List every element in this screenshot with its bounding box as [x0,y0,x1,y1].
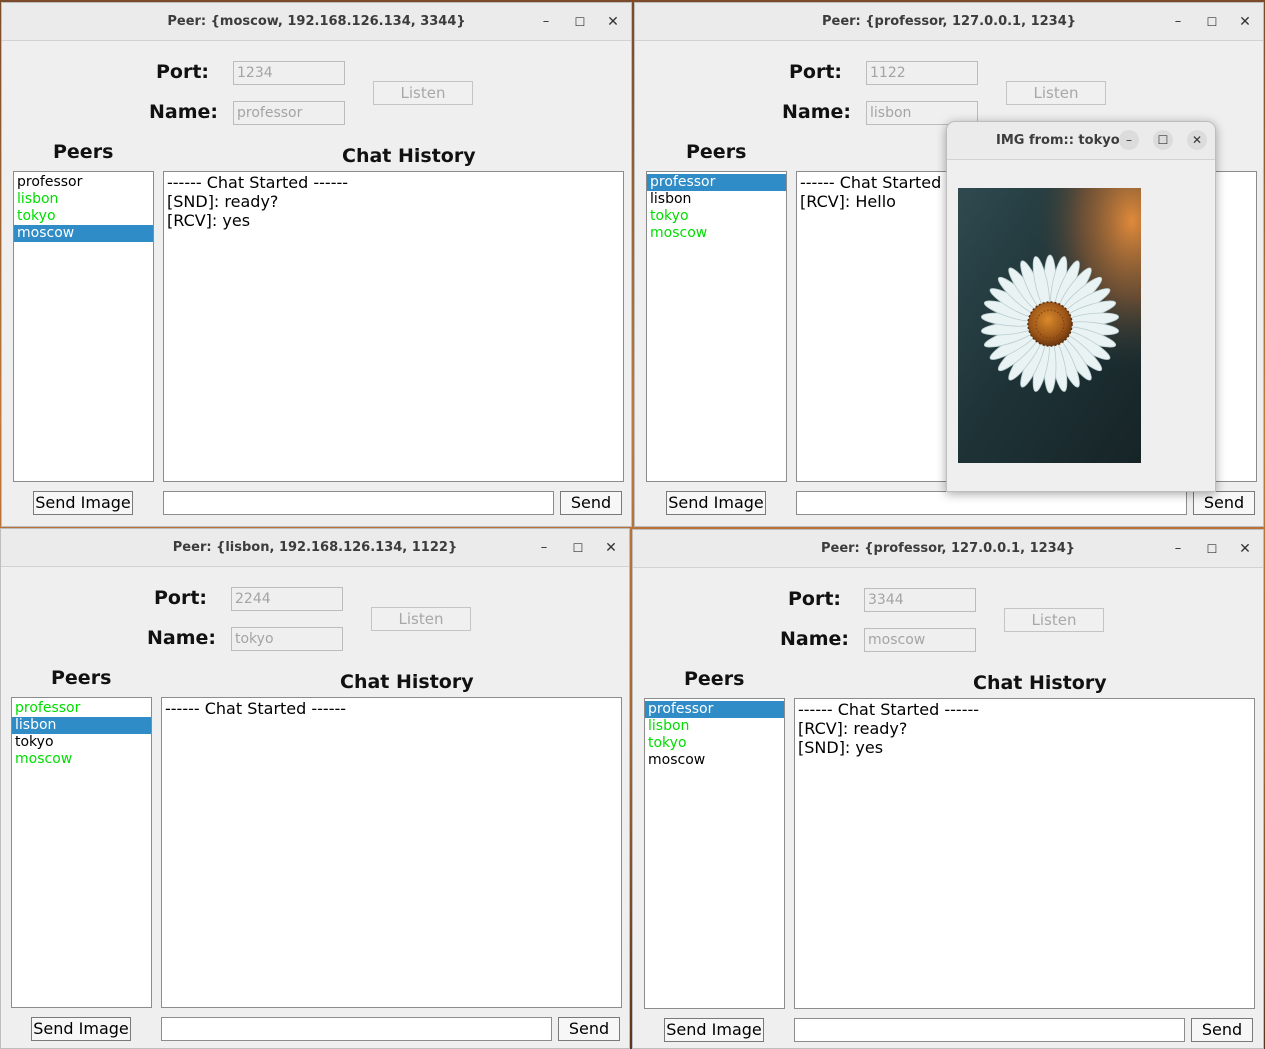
port-label: Port: [789,61,843,83]
title-bar[interactable]: Peer: {lisbon, 192.168.126.134, 1122} – … [1,529,629,567]
send-button[interactable]: Send [560,491,622,515]
received-image [958,188,1141,463]
image-popup-window: IMG from:: tokyo – ☐ ✕ [946,121,1216,492]
close-icon[interactable]: ✕ [602,11,624,33]
port-input[interactable]: 2244 [231,587,343,611]
peer-item-tokyo[interactable]: tokyo [647,208,786,225]
peers-list[interactable]: professor lisbon tokyo moscow [11,697,152,1008]
name-label: Name: [147,627,217,649]
listen-button[interactable]: Listen [1004,608,1104,632]
name-input[interactable]: tokyo [231,627,343,651]
peer-window-moscow: Peer: {moscow, 192.168.126.134, 3344} – … [1,2,632,527]
maximize-icon[interactable]: ☐ [1153,130,1173,150]
send-image-button[interactable]: Send Image [33,491,133,515]
maximize-icon[interactable]: ☐ [1201,11,1223,33]
name-input[interactable]: professor [233,101,345,125]
peer-item-professor[interactable]: professor [14,174,153,191]
minimize-icon[interactable]: – [535,11,557,33]
peer-item-moscow[interactable]: moscow [645,752,784,769]
send-image-button[interactable]: Send Image [664,1018,764,1042]
peers-list[interactable]: professor lisbon tokyo moscow [646,171,787,482]
chat-line: [SND]: yes [798,738,884,757]
peer-item-lisbon[interactable]: lisbon [12,717,151,734]
minimize-icon[interactable]: – [533,537,555,559]
peers-list[interactable]: professor lisbon tokyo moscow [13,171,154,482]
name-label: Name: [782,101,852,123]
port-input[interactable]: 1122 [866,61,978,85]
peer-item-tokyo[interactable]: tokyo [645,735,784,752]
peers-heading: Peers [686,141,747,163]
port-label: Port: [788,588,842,610]
send-button[interactable]: Send [1191,1018,1253,1042]
chat-line: ------ Chat Started ------ [167,173,349,192]
chat-history-heading: Chat History [973,672,1107,694]
port-label: Port: [156,61,210,83]
peer-item-tokyo[interactable]: tokyo [12,734,151,751]
close-icon[interactable]: ✕ [1234,538,1256,560]
send-button[interactable]: Send [558,1017,620,1041]
chat-history-heading: Chat History [342,145,476,167]
peer-item-professor[interactable]: professor [647,174,786,191]
message-input[interactable] [163,491,554,515]
minimize-icon[interactable]: – [1167,538,1189,560]
chat-history: ------ Chat Started ------ [161,697,622,1008]
close-icon[interactable]: ✕ [1234,11,1256,33]
close-icon[interactable]: ✕ [600,537,622,559]
peer-item-moscow[interactable]: moscow [647,225,786,242]
peer-window-moscow-local: Peer: {professor, 127.0.0.1, 1234} – ☐ ✕… [632,529,1264,1049]
chat-history: ------ Chat Started ------ [SND]: ready?… [163,171,624,482]
name-label: Name: [149,101,219,123]
name-input[interactable]: moscow [864,628,976,652]
message-input[interactable] [796,491,1187,515]
message-input[interactable] [794,1018,1185,1042]
maximize-icon[interactable]: ☐ [567,537,589,559]
title-bar[interactable]: Peer: {professor, 127.0.0.1, 1234} – ☐ ✕ [635,3,1263,41]
title-bar[interactable]: Peer: {professor, 127.0.0.1, 1234} – ☐ ✕ [633,530,1263,568]
close-icon[interactable]: ✕ [1187,130,1207,150]
send-image-button[interactable]: Send Image [31,1017,131,1041]
listen-button[interactable]: Listen [371,607,471,631]
maximize-icon[interactable]: ☐ [1201,538,1223,560]
daisy-flower-image [958,188,1141,463]
listen-button[interactable]: Listen [373,81,473,105]
chat-history: ------ Chat Started ------ [RCV]: ready?… [794,698,1255,1009]
peers-heading: Peers [684,668,745,690]
minimize-icon[interactable]: – [1167,11,1189,33]
peers-list[interactable]: professor lisbon tokyo moscow [644,698,785,1009]
peer-item-moscow[interactable]: moscow [12,751,151,768]
peer-item-lisbon[interactable]: lisbon [647,191,786,208]
chat-line: [RCV]: yes [167,211,251,230]
port-input[interactable]: 1234 [233,61,345,85]
chat-line: [SND]: ready? [167,192,279,211]
peers-heading: Peers [53,141,114,163]
minimize-icon[interactable]: – [1119,130,1139,150]
peer-item-professor[interactable]: professor [12,700,151,717]
peer-item-professor[interactable]: professor [645,701,784,718]
port-input[interactable]: 3344 [864,588,976,612]
port-label: Port: [154,587,208,609]
chat-line: ------ Chat Started ------ [165,699,347,718]
send-image-button[interactable]: Send Image [666,491,766,515]
peer-item-moscow[interactable]: moscow [14,225,153,242]
message-input[interactable] [161,1017,552,1041]
listen-button[interactable]: Listen [1006,81,1106,105]
peer-window-tokyo: Peer: {lisbon, 192.168.126.134, 1122} – … [0,528,630,1049]
popup-title-bar[interactable]: IMG from:: tokyo – ☐ ✕ [947,122,1215,160]
peers-heading: Peers [51,667,112,689]
peer-item-tokyo[interactable]: tokyo [14,208,153,225]
title-bar[interactable]: Peer: {moscow, 192.168.126.134, 3344} – … [2,3,631,41]
chat-line: ------ Chat Started ------ [798,700,980,719]
peer-item-lisbon[interactable]: lisbon [645,718,784,735]
chat-history-heading: Chat History [340,671,474,693]
maximize-icon[interactable]: ☐ [569,11,591,33]
peer-item-lisbon[interactable]: lisbon [14,191,153,208]
chat-line: [RCV]: ready? [798,719,908,738]
name-label: Name: [780,628,850,650]
send-button[interactable]: Send [1193,491,1255,515]
popup-title: IMG from:: tokyo [996,133,1120,148]
